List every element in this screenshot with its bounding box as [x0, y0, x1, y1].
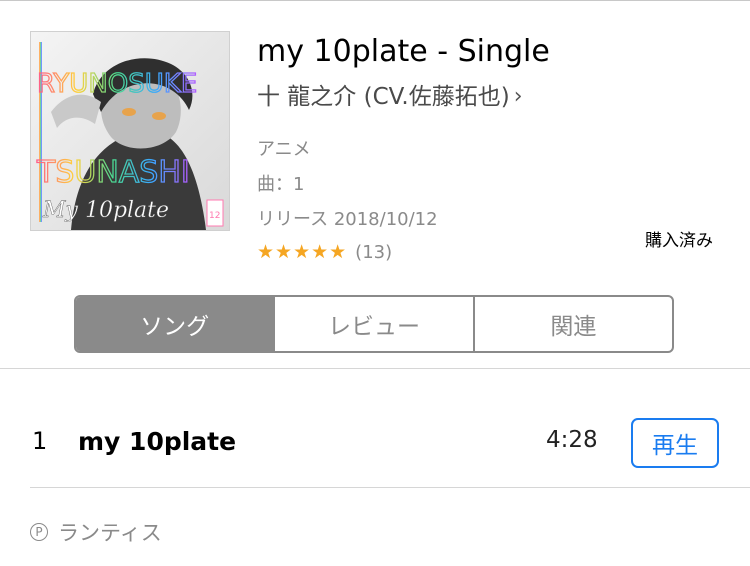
art-badge: 12	[209, 211, 220, 221]
section-divider	[0, 368, 750, 369]
rating[interactable]: ★★★★★ (13)	[257, 241, 392, 263]
album-artwork-image: RYUNOSUKE TSUNASHI My 10plate 12	[31, 32, 229, 230]
art-text-line1: RYUNOSUKE	[37, 69, 197, 99]
track-number: 1	[32, 427, 48, 455]
track-duration: 4:28	[546, 427, 598, 453]
tab-reviews[interactable]: レビュー	[273, 297, 472, 351]
phonogram-icon: P	[30, 523, 48, 541]
label-name: ランティス	[58, 521, 162, 545]
record-label: P ランティス	[30, 517, 162, 547]
track-count: 曲：1	[257, 174, 305, 195]
star-rating-icon: ★★★★★	[257, 241, 348, 263]
play-button[interactable]: 再生	[631, 418, 719, 468]
artist-link[interactable]: 十 龍之介 (CV.佐藤拓也) ›	[257, 80, 523, 114]
art-text-line2: TSUNASHI	[36, 155, 190, 190]
genre-label: アニメ	[257, 139, 311, 160]
row-divider	[30, 487, 750, 488]
top-divider	[0, 0, 750, 1]
track-title[interactable]: my 10plate	[78, 427, 236, 456]
release-date: リリース 2018/10/12	[257, 209, 438, 230]
purchased-status: 購入済み	[645, 231, 713, 251]
album-title: my 10plate - Single	[257, 34, 550, 69]
artist-name[interactable]: 十 龍之介 (CV.佐藤拓也)	[257, 80, 510, 114]
art-text-line3: My 10plate	[42, 198, 169, 223]
chevron-right-icon[interactable]: ›	[514, 80, 523, 114]
album-artwork[interactable]: RYUNOSUKE TSUNASHI My 10plate 12	[30, 31, 230, 231]
segmented-control: ソング レビュー 関連	[74, 295, 674, 353]
rating-count: (13)	[355, 241, 393, 263]
tab-related[interactable]: 関連	[472, 297, 672, 351]
tab-songs[interactable]: ソング	[76, 297, 274, 351]
